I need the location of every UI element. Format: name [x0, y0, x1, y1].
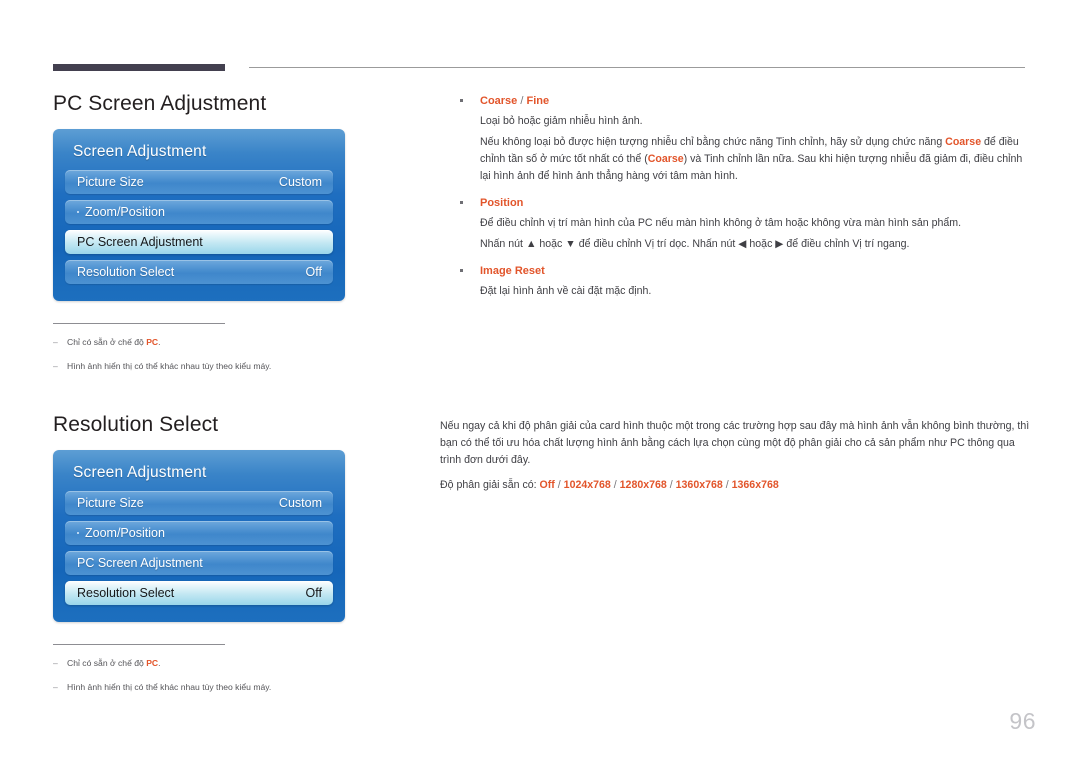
lower-right-paragraph: Nếu ngay cả khi độ phân giải của card hì…: [440, 420, 1030, 467]
bullet-body-line: Nhấn nút ▲ hoặc ▼ để điều chỉnh Vị trí d…: [480, 237, 910, 250]
bullet-square-icon: [460, 99, 463, 102]
footnote-item: – Chỉ có sẵn ở chế độ PC.: [53, 336, 393, 349]
footnotes-section-1: – Chỉ có sẵn ở chế độ PC. – Hình ảnh hiển …: [53, 323, 393, 373]
osd-row-value: Custom: [278, 495, 322, 510]
footnote-text-after: .: [158, 337, 161, 347]
footnote-highlight: PC: [146, 337, 159, 347]
osd-row-picture-size[interactable]: Picture Size Custom: [65, 490, 333, 515]
resolution-separator: /: [722, 479, 732, 492]
lower-right-block: Nếu ngay cả khi độ phân giải của card hì…: [440, 418, 1032, 494]
rich-highlight-2: Coarse: [647, 152, 684, 165]
footnote-highlight: PC: [146, 657, 159, 668]
resolution-separator: /: [666, 479, 676, 492]
available-resolutions-line: Độ phân giải sẵn có: Off / 1024x768 / 12…: [440, 477, 1032, 494]
osd-panel-title: Screen Adjustment: [73, 143, 207, 160]
footnote-text: Hình ảnh hiển thị có thể khác nhau tùy t…: [67, 360, 272, 371]
osd-panel-title: Screen Adjustment: [73, 463, 207, 481]
bullet-block-coarse-fine: Coarse / Fine Loại bỏ hoặc giảm nhiễu hì…: [455, 94, 1027, 185]
osd-row-label: PC Screen Adjustment: [77, 235, 203, 249]
page-header-rules: [0, 64, 1080, 76]
resolution-separator: /: [610, 479, 620, 492]
osd-row-label: Resolution Select: [77, 585, 175, 600]
section-resolution-select: Resolution Select Screen Adjustment Pict…: [53, 413, 423, 694]
bullet-dot-icon: [77, 531, 79, 534]
footnote-dash: –: [53, 657, 58, 668]
right-column: Coarse / Fine Loại bỏ hoặc giảm nhiễu hì…: [455, 94, 1027, 311]
available-resolutions-label: Độ phân giải sẵn có:: [440, 479, 540, 492]
bullet-heading: Coarse / Fine: [455, 94, 1027, 109]
resolution-value: Off: [539, 479, 555, 492]
bullet-body-line: Loại bỏ hoặc giảm nhiễu hình ảnh.: [480, 115, 643, 128]
header-rule-thin: [249, 67, 1025, 68]
footnote-divider: [53, 323, 225, 324]
bullet-block-image-reset: Image Reset Đặt lại hình ảnh về cài đặt …: [455, 264, 1027, 301]
bullet-block-position: Position Để điều chỉnh vị trí màn hình c…: [455, 196, 1027, 253]
bullet-heading-part2: Fine: [526, 95, 550, 107]
section-pc-screen-adjustment: PC Screen Adjustment Screen Adjustment P…: [53, 92, 423, 373]
osd-row-resolution-select[interactable]: Resolution Select Off: [65, 260, 333, 284]
bullet-body: Để điều chỉnh vị trí màn hình của PC nếu…: [455, 215, 1027, 252]
osd-row-label: PC Screen Adjustment: [77, 555, 203, 570]
bullet-square-icon: [460, 268, 463, 272]
bullet-heading-part1: Coarse: [480, 95, 518, 107]
bullet-body-line: Đặt lại hình ảnh về cài đặt mặc định.: [480, 285, 652, 298]
osd-row-resolution-select[interactable]: Resolution Select Off: [65, 580, 333, 605]
footnote-item: – Hình ảnh hiển thị có thể khác nhau tùy …: [53, 681, 393, 694]
osd-row-pc-screen-adjustment[interactable]: PC Screen Adjustment: [65, 550, 333, 575]
resolution-value: 1366x768: [731, 479, 779, 492]
bullet-heading-part1: Position: [480, 197, 524, 210]
page-number: 96: [1009, 708, 1036, 734]
footnote-text: Chỉ có sẵn ở chế độ: [67, 337, 147, 347]
footnote-dash: –: [53, 360, 58, 371]
bullet-body-line: Để điều chỉnh vị trí màn hình của PC nếu…: [480, 217, 962, 230]
resolution-separator: /: [554, 479, 564, 492]
osd-row-value: Off: [305, 585, 322, 600]
rich-highlight-1: Coarse: [945, 135, 982, 148]
osd-row-label: Picture Size: [77, 495, 144, 510]
page-title-resolution-select: Resolution Select: [53, 412, 219, 436]
footnote-text-after: .: [158, 657, 161, 668]
resolution-value: 1280x768: [619, 479, 667, 492]
osd-row-picture-size[interactable]: Picture Size Custom: [65, 170, 333, 194]
bullet-dot-icon: [77, 211, 79, 213]
bullet-body-rich-line: Nếu không loại bỏ được hiện tượng nhiễu …: [480, 134, 1027, 185]
left-column: PC Screen Adjustment Screen Adjustment P…: [53, 92, 423, 694]
bullet-body: Đặt lại hình ảnh về cài đặt mặc định.: [455, 283, 1027, 300]
osd-row-zoom-position[interactable]: Zoom/Position: [65, 520, 333, 545]
bullet-body: Loại bỏ hoặc giảm nhiễu hình ảnh. Nếu kh…: [455, 113, 1027, 185]
resolution-value: 1024x768: [563, 479, 611, 492]
footnote-dash: –: [53, 337, 58, 347]
header-rule-thick: [53, 64, 225, 71]
osd-row-label: Resolution Select: [77, 265, 175, 279]
footnote-divider: [53, 643, 225, 645]
page-title-pc-screen-adjustment: PC Screen Adjustment: [53, 92, 267, 115]
bullet-heading: Image Reset: [455, 264, 1027, 279]
bullet-heading-part1: Image Reset: [480, 264, 545, 277]
osd-row-pc-screen-adjustment[interactable]: PC Screen Adjustment: [65, 230, 333, 254]
bullet-heading: Position: [455, 196, 1027, 211]
osd-row-zoom-position[interactable]: Zoom/Position: [65, 200, 333, 224]
osd-row-value: Off: [305, 265, 322, 279]
osd-row-value: Custom: [278, 175, 322, 189]
osd-row-label: Zoom/Position: [77, 526, 165, 540]
rich-text-1: Nếu không loại bỏ được hiện tượng nhiễu …: [480, 135, 946, 148]
osd-row-label: Zoom/Position: [77, 205, 165, 219]
osd-panel-screen-adjustment-1: Screen Adjustment Picture Size Custom Zo…: [53, 129, 345, 301]
footnotes-section-2: – Chỉ có sẵn ở chế độ PC. – Hình ảnh hiển …: [53, 643, 393, 694]
resolution-value: 1360x768: [675, 479, 723, 492]
footnote-text: Hình ảnh hiển thị có thể khác nhau tùy t…: [67, 681, 272, 692]
osd-panel-screen-adjustment-2: Screen Adjustment Picture Size Custom Zo…: [53, 449, 345, 622]
footnote-dash: –: [53, 681, 58, 692]
osd-row-label: Picture Size: [77, 175, 144, 189]
footnote-item: – Hình ảnh hiển thị có thể khác nhau tùy …: [53, 360, 393, 373]
osd-row-label-text: Zoom/Position: [85, 525, 165, 540]
bullet-square-icon: [460, 201, 463, 205]
footnote-item: – Chỉ có sẵn ở chế độ PC.: [53, 657, 393, 670]
osd-row-label-text: Zoom/Position: [85, 205, 165, 219]
available-resolutions-values: Off / 1024x768 / 1280x768 / 1360x768 / 1…: [540, 479, 779, 491]
footnote-text: Chỉ có sẵn ở chế độ: [67, 657, 147, 668]
